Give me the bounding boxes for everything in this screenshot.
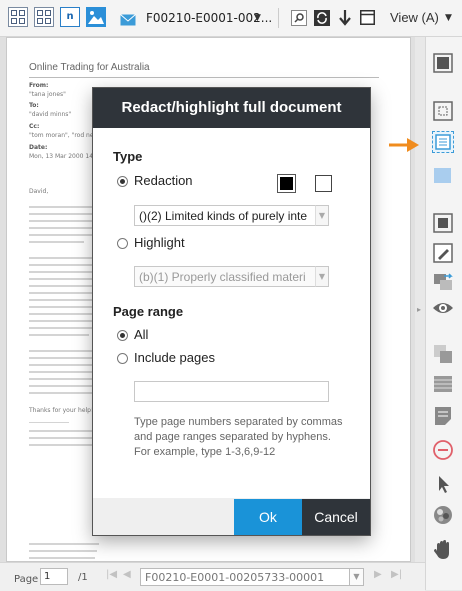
from-label: From:	[29, 82, 49, 89]
color-wheel-icon[interactable]	[432, 504, 454, 526]
highlight-radio[interactable]	[117, 238, 128, 249]
view-dropdown-icon[interactable]: ▼	[445, 13, 452, 23]
remove-icon[interactable]	[432, 439, 454, 461]
hint-line: For example, type 1-3,6,9-12	[134, 446, 276, 458]
striped-icon[interactable]	[432, 373, 454, 395]
from-value: "tana jones"	[29, 91, 66, 98]
pointer-icon[interactable]	[432, 473, 454, 495]
hint-line: and page ranges separated by hyphens.	[134, 431, 331, 443]
thumbnail-grid-icon[interactable]	[8, 7, 28, 27]
redaction-color-black[interactable]	[277, 174, 296, 193]
hand-icon[interactable]	[432, 539, 454, 561]
dialog-title: Redact/highlight full document	[93, 88, 370, 128]
title-divider	[29, 77, 379, 78]
include-pages-label[interactable]: Include pages	[134, 350, 215, 365]
redaction-reason-arrow-icon[interactable]: ▼	[315, 205, 329, 226]
redaction-toolbar	[425, 37, 462, 590]
all-pages-label[interactable]: All	[134, 327, 148, 342]
redaction-radio[interactable]	[117, 176, 128, 187]
document-dropdown-icon[interactable]: ▼	[254, 13, 261, 23]
highlight-reason-arrow-icon[interactable]: ▼	[315, 266, 329, 287]
to-label: To:	[29, 102, 39, 109]
image-view-icon[interactable]	[86, 7, 106, 27]
highlight-label[interactable]: Highlight	[134, 235, 185, 250]
page-range-hint: Type page numbers separated by commas an…	[134, 415, 354, 460]
note-icon[interactable]	[432, 405, 454, 427]
email-icon	[120, 11, 136, 26]
include-pages-radio[interactable]	[117, 353, 128, 364]
hint-line: Type page numbers separated by commas	[134, 416, 343, 428]
date-value: Mon, 13 Mar 2000 14:30	[29, 153, 103, 160]
cc-label: Cc:	[29, 123, 40, 130]
refresh-icon[interactable]	[314, 10, 330, 26]
layers-icon[interactable]	[432, 343, 454, 365]
highlight-area-icon[interactable]	[432, 165, 454, 187]
native-view-button[interactable]: n	[60, 7, 80, 27]
redact-region-icon[interactable]	[432, 212, 454, 234]
collapse-sidebar-icon[interactable]: ▸	[417, 305, 421, 314]
find-icon[interactable]	[291, 10, 307, 26]
page-number-input[interactable]: 1	[40, 568, 68, 585]
redact-full-document-icon[interactable]	[432, 131, 454, 153]
previous-page-icon[interactable]: ◀	[123, 569, 131, 580]
apply-redactions-icon[interactable]	[432, 271, 454, 293]
all-pages-radio[interactable]	[117, 330, 128, 341]
date-label: Date:	[29, 144, 48, 151]
page-navigation-bar: Page 1 /1 |◀ ◀ F00210-E0001-00205733-000…	[0, 562, 425, 591]
redact-page-icon[interactable]	[432, 52, 454, 74]
document-select-arrow-icon[interactable]: ▼	[350, 568, 364, 586]
redact-highlight-dialog: Redact/highlight full document Type Reda…	[93, 88, 370, 535]
include-pages-input[interactable]	[134, 381, 329, 402]
document-select[interactable]: F00210-E0001-00205733-00001	[140, 568, 350, 586]
redaction-label[interactable]: Redaction	[134, 173, 193, 188]
download-icon[interactable]	[338, 9, 352, 27]
redaction-reason-select[interactable]: ()(2) Limited kinds of purely inte	[134, 205, 329, 226]
to-value: "david minns"	[29, 111, 72, 118]
edit-redaction-icon[interactable]	[432, 242, 454, 264]
next-page-icon[interactable]: ▶	[374, 569, 382, 580]
cancel-button[interactable]: Cancel	[302, 499, 370, 535]
thumbnail-large-icon[interactable]	[34, 7, 54, 27]
page-range-heading: Page range	[113, 304, 184, 319]
first-page-icon[interactable]: |◀	[106, 569, 117, 580]
view-icon[interactable]	[432, 297, 454, 319]
top-toolbar: n F00210-E0001-002... ▼ View (A) ▼	[0, 0, 462, 37]
greeting: David,	[29, 188, 49, 195]
redaction-color-white[interactable]	[315, 175, 332, 192]
closing-line: Thanks for your help!	[29, 407, 94, 414]
ok-button[interactable]: Ok	[234, 499, 302, 535]
last-page-icon[interactable]: ▶|	[391, 569, 402, 580]
view-selector[interactable]: View (A)	[390, 10, 439, 25]
total-pages: /1	[78, 572, 88, 583]
pointer-arrow-icon	[389, 138, 419, 152]
highlight-reason-select[interactable]: (b)(1) Properly classified materi	[134, 266, 329, 287]
document-title: Online Trading for Australia	[29, 62, 150, 73]
type-heading: Type	[113, 149, 143, 164]
page-label: Page	[14, 574, 39, 585]
select-area-icon[interactable]	[432, 100, 454, 122]
panel-icon[interactable]	[360, 10, 375, 25]
